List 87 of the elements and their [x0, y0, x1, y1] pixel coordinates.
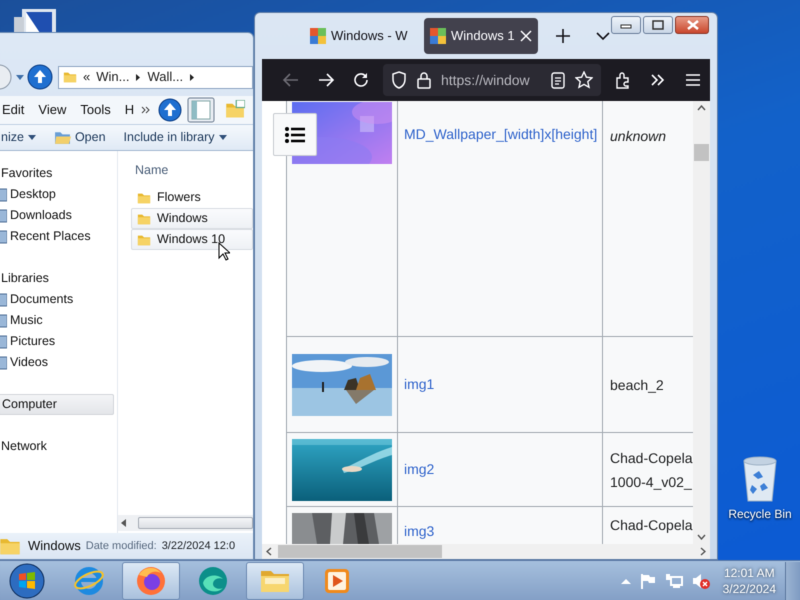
chevron-right-icon: [189, 72, 196, 82]
scroll-right-icon[interactable]: [700, 547, 706, 556]
link[interactable]: img3: [404, 523, 434, 539]
toolbar-button[interactable]: Include in library: [124, 128, 227, 147]
close-icon[interactable]: [520, 30, 532, 42]
scrollbar-thumb[interactable]: [278, 545, 442, 558]
chevron-down-icon[interactable]: [596, 32, 610, 40]
table-cell-text: Chad-Copela: [610, 516, 693, 535]
nav-item[interactable]: Network: [0, 436, 114, 457]
star-icon[interactable]: [575, 71, 594, 89]
scroll-left-icon[interactable]: [121, 519, 127, 527]
speaker-muted-icon[interactable]: [692, 572, 710, 590]
folder-icon: [137, 232, 151, 246]
favicon-icon: [310, 28, 326, 44]
table-cell-text: 1000-4_v02_: [610, 472, 693, 492]
scrollbar-thumb[interactable]: [694, 144, 709, 161]
link[interactable]: img1: [404, 376, 434, 392]
nav-item[interactable]: Downloads: [10, 206, 72, 225]
forward-arrow-icon[interactable]: [317, 71, 336, 89]
browser-icon: [197, 564, 229, 596]
new-tab-icon[interactable]: [556, 29, 570, 43]
nav-item[interactable]: Recent Places: [10, 227, 91, 246]
reload-icon[interactable]: [352, 71, 370, 89]
scrollbar-thumb[interactable]: [138, 517, 253, 529]
menu-item[interactable]: H: [118, 100, 142, 120]
lock-icon: [416, 72, 431, 88]
mouse-pointer-icon: [218, 242, 230, 261]
menu-item[interactable]: Edit: [0, 100, 32, 120]
list-icon: [285, 126, 305, 142]
nav-item[interactable]: Favorites: [0, 163, 114, 184]
scroll-up-icon[interactable]: [697, 105, 706, 111]
open-folder-icon: [54, 130, 71, 145]
start-button[interactable]: [8, 562, 46, 600]
folder-icon: [63, 70, 77, 84]
taskbar-button[interactable]: [246, 562, 304, 600]
contents-button[interactable]: [273, 113, 317, 156]
table-cell-text: beach_2: [610, 376, 665, 395]
file-row[interactable]: Windows: [131, 208, 253, 229]
back-arrow-icon[interactable]: [282, 71, 300, 89]
nav-item[interactable]: Music: [10, 311, 43, 330]
link[interactable]: img2: [404, 461, 434, 477]
toolbar-button[interactable]: Open: [54, 128, 106, 147]
nav-item[interactable]: Documents: [10, 290, 74, 309]
status-value: 3/22/2024 12:0: [162, 538, 236, 554]
taskbar-button[interactable]: [122, 562, 180, 600]
column-header[interactable]: Name: [131, 159, 253, 181]
browser-icon: [135, 564, 167, 596]
menu-item[interactable]: View: [31, 100, 74, 120]
toolbar-button[interactable]: nize: [1, 128, 36, 147]
reader-view-icon[interactable]: [551, 72, 566, 88]
up-button[interactable]: [157, 97, 184, 123]
table-cell-text: Chad-Copela: [610, 448, 693, 468]
preview-pane-button[interactable]: [187, 97, 216, 123]
dropdown-icon[interactable]: [15, 73, 25, 81]
status-label: Date modified:: [86, 538, 157, 554]
address-bar[interactable]: https://window: [382, 64, 602, 96]
status-item-name: Windows: [28, 537, 81, 556]
shield-icon: [390, 71, 407, 89]
favicon-icon: [430, 28, 446, 44]
link[interactable]: MD_Wallpaper_[width]x[height]: [404, 126, 598, 142]
address-bar[interactable]: « Win... Wall...: [58, 66, 253, 88]
recycle-bin-icon: [741, 455, 779, 503]
breadcrumb[interactable]: Wall...: [147, 67, 184, 87]
browser-icon: [73, 564, 105, 596]
table-cell-text: unknown: [610, 127, 668, 146]
nav-item[interactable]: Libraries: [0, 268, 114, 289]
breadcrumb[interactable]: Win...: [96, 67, 130, 87]
file-row[interactable]: Windows 10: [131, 229, 253, 250]
nav-item[interactable]: Computer: [0, 394, 114, 415]
nav-item[interactable]: Desktop: [10, 185, 56, 204]
folder-icon: [137, 212, 151, 226]
browser-tab[interactable]: Windows - W: [304, 18, 418, 54]
browser-tab[interactable]: Windows 1: [424, 18, 538, 54]
scroll-down-icon[interactable]: [697, 534, 706, 540]
desktop-icon-label[interactable]: Recycle Bin: [728, 505, 792, 523]
menu-item[interactable]: Tools: [73, 100, 118, 120]
file-row[interactable]: Flowers: [131, 187, 253, 208]
chevron-right-icon: [135, 72, 142, 82]
folder-icon: [137, 190, 151, 204]
nav-item[interactable]: Pictures: [10, 332, 56, 351]
more-chevrons-icon[interactable]: [141, 106, 152, 114]
menu-icon[interactable]: [684, 71, 702, 89]
scroll-left-icon[interactable]: [266, 547, 272, 556]
breadcrumb-overflow[interactable]: «: [83, 67, 90, 87]
up-button[interactable]: [27, 64, 53, 90]
nav-item[interactable]: Videos: [10, 353, 48, 372]
new-folder-icon[interactable]: [225, 100, 246, 120]
